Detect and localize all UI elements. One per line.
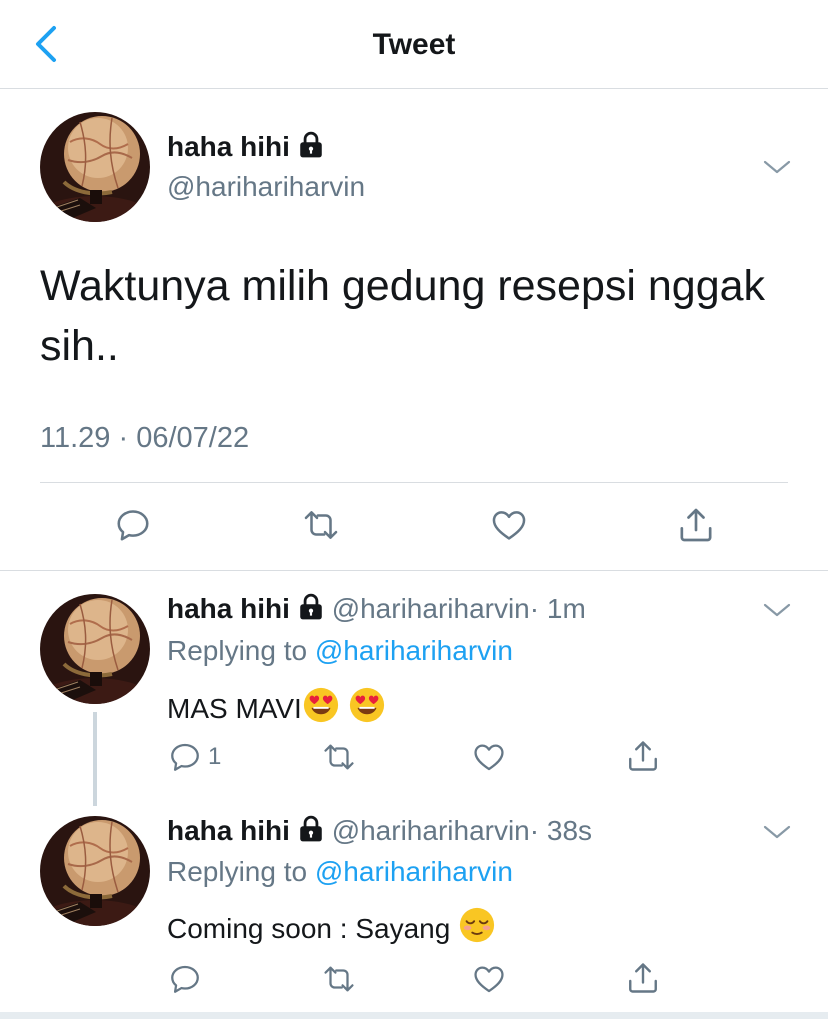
heart-eyes-emoji xyxy=(348,686,386,732)
divider xyxy=(0,1012,828,1019)
reply-header[interactable]: haha hihi @harihariharvin· 1m xyxy=(167,592,586,629)
chevron-down-icon[interactable] xyxy=(762,600,792,620)
top-nav-bar: Tweet xyxy=(0,0,828,89)
replying-label: Replying to xyxy=(167,635,308,666)
reply-button[interactable] xyxy=(168,962,202,996)
mention-link[interactable]: @harihariharvin xyxy=(315,856,513,887)
author-handle[interactable]: @harihariharvin xyxy=(332,593,530,624)
avatar[interactable] xyxy=(40,816,150,926)
retweet-button[interactable] xyxy=(300,506,342,544)
reply-icon xyxy=(168,962,202,996)
thread-connector-line xyxy=(93,712,97,806)
avatar[interactable] xyxy=(40,594,150,704)
lock-icon xyxy=(298,131,324,167)
heart-icon xyxy=(489,506,529,544)
relieved-face-emoji xyxy=(458,906,496,952)
share-icon xyxy=(625,960,661,996)
lock-icon xyxy=(298,593,324,629)
share-button[interactable] xyxy=(625,960,661,996)
retweet-icon xyxy=(320,962,358,996)
retweet-icon xyxy=(320,740,358,774)
reply-text-row: MAS MAVI xyxy=(167,686,386,732)
reply-text: MAS MAVI xyxy=(167,693,302,724)
author-name[interactable]: haha hihi xyxy=(167,815,290,846)
tweet-text: Waktunya milih gedung resepsi nggak sih.… xyxy=(40,262,766,370)
replying-to-row: Replying to @harihariharvin xyxy=(167,634,513,668)
reply-time: · 1m xyxy=(529,593,586,624)
retweet-icon xyxy=(300,506,342,544)
like-button[interactable] xyxy=(489,506,529,544)
reply-icon xyxy=(168,740,202,774)
replying-to-row: Replying to @harihariharvin xyxy=(167,855,513,889)
mention-link[interactable]: @harihariharvin xyxy=(315,635,513,666)
reply-button[interactable] xyxy=(114,506,152,544)
avatar[interactable] xyxy=(40,112,150,222)
replying-label: Replying to xyxy=(167,856,308,887)
reply-icon xyxy=(114,506,152,544)
page-title: Tweet xyxy=(372,28,456,61)
share-icon xyxy=(625,738,661,774)
heart-icon xyxy=(471,962,507,996)
tweet-timestamp[interactable]: 11.29 · 06/07/22 xyxy=(40,420,249,456)
share-button[interactable] xyxy=(676,505,716,545)
share-button[interactable] xyxy=(625,738,661,774)
author-handle[interactable]: @harihariharvin xyxy=(332,815,530,846)
heart-icon xyxy=(471,740,507,774)
divider xyxy=(0,570,828,571)
author-name[interactable]: haha hihi xyxy=(167,131,290,162)
like-button[interactable] xyxy=(471,962,507,996)
reply-header[interactable]: haha hihi @harihariharvin· 38s xyxy=(167,814,592,851)
like-button[interactable] xyxy=(471,740,507,774)
author-name[interactable]: haha hihi xyxy=(167,593,290,624)
reply-text: Coming soon : Sayang xyxy=(167,913,451,944)
chevron-down-icon[interactable] xyxy=(762,822,792,842)
chevron-down-icon[interactable] xyxy=(762,157,792,177)
lock-icon xyxy=(298,815,324,851)
retweet-button[interactable] xyxy=(320,962,358,996)
share-icon xyxy=(676,505,716,545)
reply-count: 1 xyxy=(208,743,222,770)
heart-eyes-emoji xyxy=(302,686,340,732)
divider xyxy=(40,482,788,483)
author-handle[interactable]: @harihariharvin xyxy=(167,170,365,204)
author-name-row[interactable]: haha hihi xyxy=(167,130,324,167)
retweet-button[interactable] xyxy=(320,740,358,774)
reply-text-row: Coming soon : Sayang xyxy=(167,906,496,952)
reply-button[interactable]: 1 xyxy=(168,740,238,776)
reply-time: · 38s xyxy=(529,815,593,846)
